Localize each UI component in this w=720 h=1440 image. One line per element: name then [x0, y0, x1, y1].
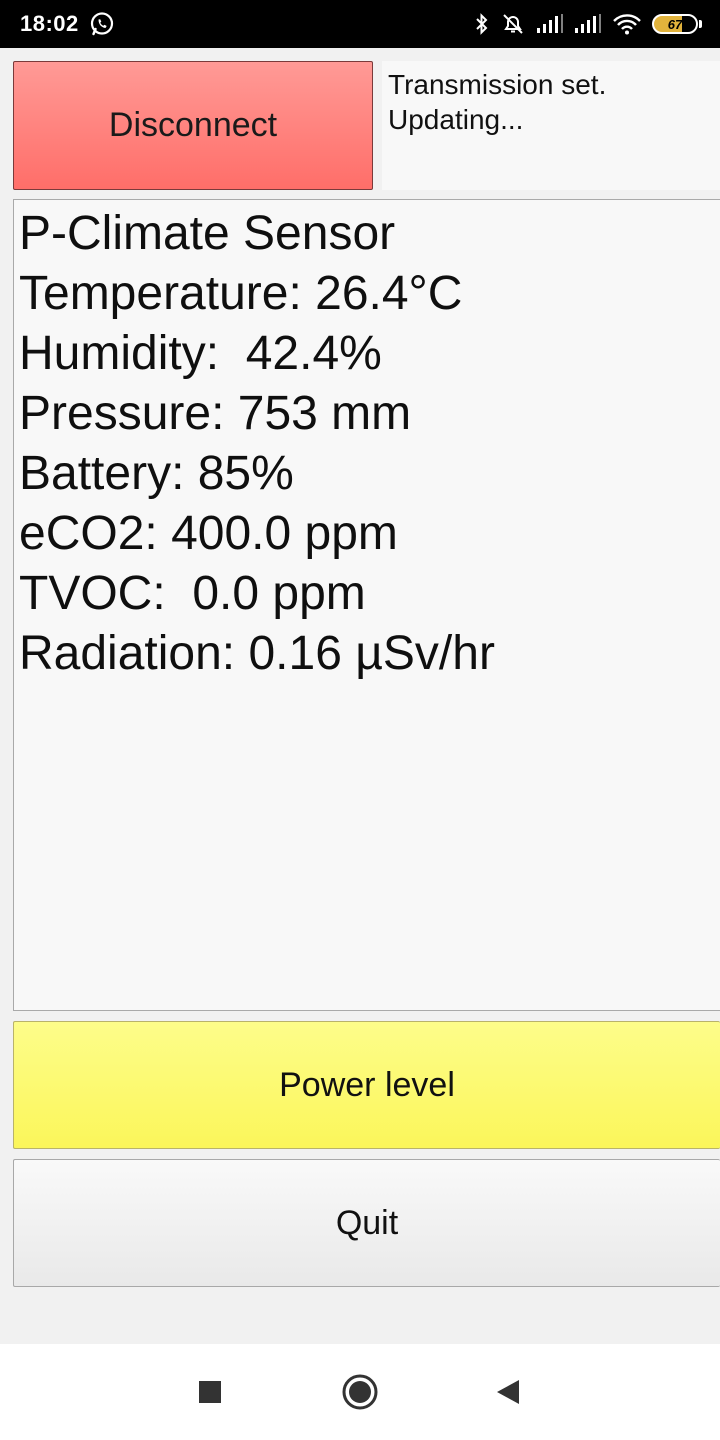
sensor-readout-panel: P-Climate Sensor Temperature: 26.4°C Hum… — [13, 199, 720, 1011]
temperature-reading: Temperature: 26.4°C — [19, 267, 463, 320]
wifi-icon — [612, 13, 642, 35]
signal-icon — [574, 13, 602, 35]
home-circle-icon[interactable] — [340, 1372, 380, 1412]
tvoc-reading: TVOC: 0.0 ppm — [19, 567, 366, 620]
radiation-reading: Radiation: 0.16 µSv/hr — [19, 627, 495, 680]
humidity-reading: Humidity: 42.4% — [19, 327, 382, 380]
power-level-button[interactable]: Power level — [13, 1021, 720, 1149]
status-message: Transmission set. Updating... — [382, 61, 720, 190]
app-window: Disconnect Transmission set. Updating...… — [0, 48, 720, 1344]
status-time: 18:02 — [20, 11, 79, 36]
battery-reading: Battery: 85% — [19, 447, 294, 500]
battery-level: 67 — [667, 16, 683, 32]
pressure-reading: Pressure: 753 mm — [19, 387, 412, 440]
bluetooth-icon — [474, 12, 490, 36]
navigation-bar — [0, 1344, 720, 1440]
sensor-name: P-Climate Sensor — [19, 207, 396, 260]
back-triangle-icon[interactable] — [488, 1372, 528, 1412]
status-icons: 67 — [474, 12, 702, 36]
disconnect-button[interactable]: Disconnect — [13, 61, 373, 190]
battery-icon: 67 — [652, 14, 702, 34]
quit-button[interactable]: Quit — [13, 1159, 720, 1287]
signal-icon — [536, 13, 564, 35]
recents-square-icon[interactable] — [190, 1372, 230, 1412]
whatsapp-icon — [89, 11, 115, 37]
eco2-reading: eCO2: 400.0 ppm — [19, 507, 398, 560]
alarm-off-icon — [500, 12, 526, 36]
status-bar: 18:02 67 — [0, 0, 720, 48]
